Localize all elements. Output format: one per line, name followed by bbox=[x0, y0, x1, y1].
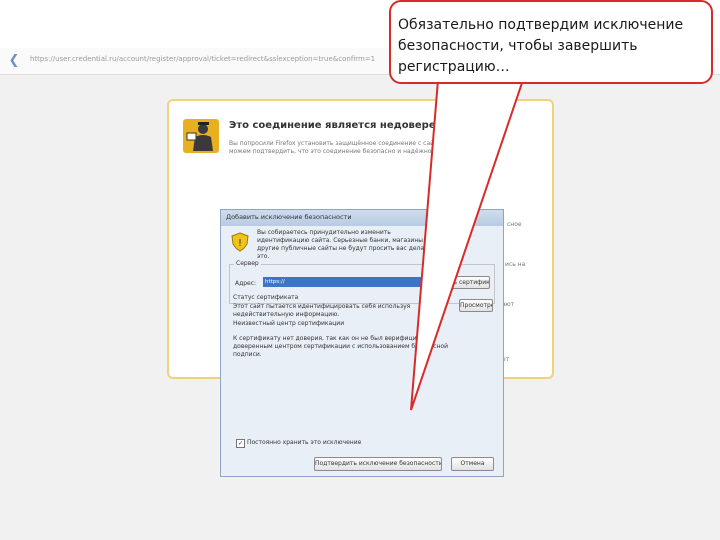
callout-box: Обязательно подтвердим исключение безопа… bbox=[389, 0, 713, 84]
callout-text: Обязательно подтвердим исключение безопа… bbox=[398, 17, 684, 75]
